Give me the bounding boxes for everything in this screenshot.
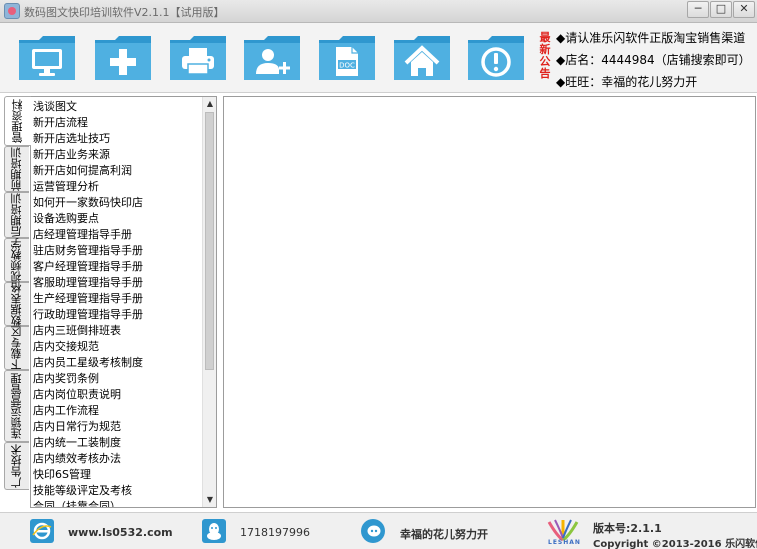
- notice-line-shop: ◆店名：4444984（店铺搜索即可）: [556, 53, 751, 67]
- list-scrollbar[interactable]: ▲ ▼: [202, 97, 216, 507]
- tab-downloads[interactable]: 下载专区: [4, 326, 29, 370]
- add-folder-button[interactable]: [93, 34, 153, 82]
- notice-panel: ◆请认准乐闪软件正版淘宝销售渠道 ◆店名：4444984（店铺搜索即可） ◆旺旺…: [556, 27, 756, 93]
- minimize-button[interactable]: ─: [687, 1, 709, 18]
- tab-later-training[interactable]: 后期培训: [4, 192, 29, 238]
- tab-data-tables[interactable]: 数据表格: [4, 282, 29, 326]
- list-item[interactable]: 客服助理管理指导手册: [33, 275, 203, 291]
- scroll-thumb[interactable]: [205, 112, 214, 370]
- list-item[interactable]: 店内工作流程: [33, 403, 203, 419]
- plus-icon: [95, 36, 151, 80]
- tab-video[interactable]: 视频教学: [4, 238, 29, 282]
- list-item[interactable]: 技能等级评定及考核: [33, 483, 203, 499]
- list-item[interactable]: 店内奖罚条例: [33, 371, 203, 387]
- scroll-up-button[interactable]: ▲: [203, 97, 216, 111]
- alert-icon: [468, 36, 524, 80]
- scroll-down-button[interactable]: ▼: [203, 493, 216, 507]
- document-view[interactable]: [223, 96, 756, 508]
- list-item[interactable]: 快印6S管理: [33, 467, 203, 483]
- brand-name: LESHAN: [548, 539, 581, 546]
- printer-icon: [170, 36, 226, 80]
- list-item[interactable]: 运营管理分析: [33, 179, 203, 195]
- list-item[interactable]: 合同（挂靠合同）: [33, 499, 203, 507]
- list-item[interactable]: 浅谈图文: [33, 99, 203, 115]
- tab-label: 广告技术: [10, 444, 23, 488]
- maximize-button[interactable]: □: [710, 1, 732, 18]
- website-link[interactable]: www.ls0532.com: [68, 526, 173, 539]
- tab-label: 管理资料: [11, 99, 24, 143]
- add-user-folder-button[interactable]: [242, 34, 302, 82]
- tab-early-training[interactable]: 前期培训: [4, 146, 29, 192]
- tab-label: 视频教学: [10, 238, 23, 282]
- home-icon: [394, 36, 450, 80]
- list-item[interactable]: 店内员工星级考核制度: [33, 355, 203, 371]
- list-item[interactable]: 店内绩效考核办法: [33, 451, 203, 467]
- list-item[interactable]: 新开店选址技巧: [33, 131, 203, 147]
- toolbar: DOC 最新公告 ◆请认准乐闪软件正版淘宝销售渠道 ◆店名：4444984（店铺…: [0, 23, 757, 93]
- status-bar: www.ls0532.com 1718197996 幸福的花儿努力开 LESHA…: [0, 512, 757, 549]
- list-item[interactable]: 如何开一家数码快印店: [33, 195, 203, 211]
- slogan-text: 幸福的花儿努力开: [400, 528, 488, 541]
- list-item[interactable]: 新开店业务来源: [33, 147, 203, 163]
- add-user-icon: [244, 36, 300, 80]
- list-item[interactable]: 新开店如何提高利润: [33, 163, 203, 179]
- alert-folder-button[interactable]: [466, 34, 526, 82]
- browser-icon[interactable]: [30, 519, 54, 543]
- notice-line-channel: ◆请认准乐闪软件正版淘宝销售渠道: [556, 31, 746, 45]
- home-folder-button[interactable]: [392, 34, 452, 82]
- notice-label: 最新公告: [539, 31, 551, 80]
- print-folder-button[interactable]: [168, 34, 228, 82]
- qq-icon[interactable]: [202, 519, 226, 543]
- list-item[interactable]: 驻店财务管理指导手册: [33, 243, 203, 259]
- monitor-folder-button[interactable]: [17, 34, 77, 82]
- list-item[interactable]: 店内三班倒排班表: [33, 323, 203, 339]
- list-item[interactable]: 设备选购要点: [33, 211, 203, 227]
- tab-label: 前期培训: [10, 147, 23, 191]
- list-item[interactable]: 新开店流程: [33, 115, 203, 131]
- list-item[interactable]: 店内岗位职责说明: [33, 387, 203, 403]
- list-item[interactable]: 店内日常行为规范: [33, 419, 203, 435]
- tab-label: 连锁运营管理: [10, 373, 23, 439]
- monitor-icon: [19, 36, 75, 80]
- copyright-text: Copyright ©2013-2016 乐闪软件: [593, 539, 757, 549]
- list-item[interactable]: 店内交接规范: [33, 339, 203, 355]
- title-bar: 数码图文快印培训软件V2.1.1【试用版】 ─ □ ✕: [0, 0, 757, 23]
- list-item[interactable]: 行政助理管理指导手册: [33, 307, 203, 323]
- article-list: 浅谈图文 新开店流程 新开店选址技巧 新开店业务来源 新开店如何提高利润 运营管理分析 如何…: [33, 99, 203, 507]
- document-icon: DOC: [319, 36, 375, 80]
- wangwang-icon[interactable]: [361, 519, 385, 543]
- category-tabs: 管理资料 前期培训 后期培训 视频教学 数据表格 下载专区 连锁运营管理 广告技…: [4, 96, 31, 508]
- close-button[interactable]: ✕: [733, 1, 755, 18]
- list-item[interactable]: 生产经理管理指导手册: [33, 291, 203, 307]
- list-item[interactable]: 店内统一工装制度: [33, 435, 203, 451]
- tab-chain-operations[interactable]: 连锁运营管理: [4, 370, 29, 442]
- qq-number: 1718197996: [240, 526, 310, 539]
- notice-line-wangwang: ◆旺旺：幸福的花儿努力开: [556, 75, 698, 89]
- version-text: 版本号:2.1.1: [593, 522, 662, 535]
- tab-management[interactable]: 管理资料: [4, 96, 31, 146]
- tab-label: 数据表格: [10, 282, 23, 326]
- app-logo-icon: [4, 3, 20, 19]
- doc-label: DOC: [339, 62, 355, 70]
- window-title: 数码图文快印培训软件V2.1.1【试用版】: [24, 6, 225, 19]
- list-item[interactable]: 客户经理管理指导手册: [33, 259, 203, 275]
- tab-label: 下载专区: [10, 326, 23, 370]
- document-folder-button[interactable]: DOC: [317, 34, 377, 82]
- article-list-panel: 浅谈图文 新开店流程 新开店选址技巧 新开店业务来源 新开店如何提高利润 运营管理分析 如何…: [30, 96, 217, 508]
- tab-label: 后期培训: [10, 193, 23, 237]
- tab-advertising-tech[interactable]: 广告技术: [4, 442, 29, 490]
- list-item[interactable]: 店经理管理指导手册: [33, 227, 203, 243]
